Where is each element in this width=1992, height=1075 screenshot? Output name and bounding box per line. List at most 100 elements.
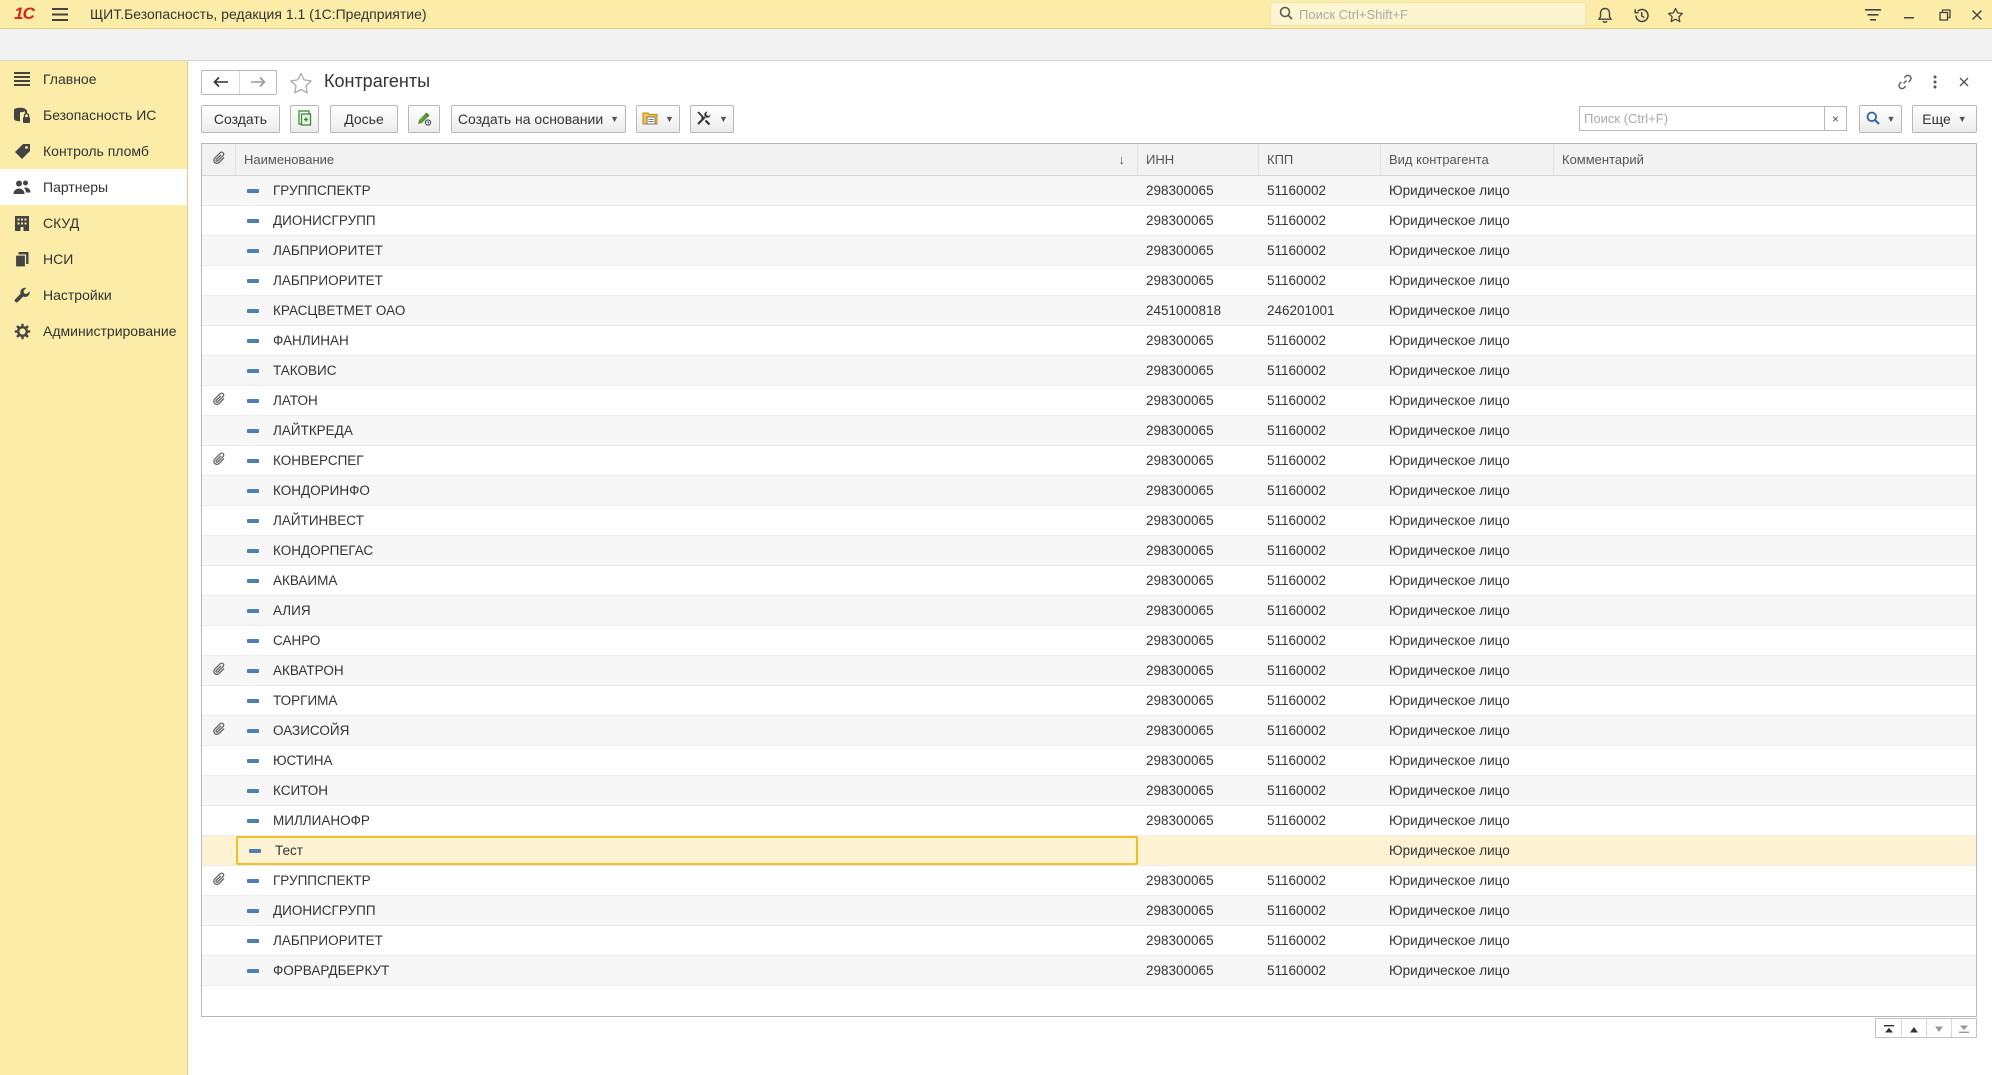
table-row[interactable]: ЛАБПРИОРИТЕТ 298300065 51160002 Юридическое… bbox=[202, 926, 1976, 956]
row-name-cell[interactable]: ТАКОВИС bbox=[236, 356, 1138, 385]
table-row[interactable]: ЛАТОН 298300065 51160002 Юридическое лицо bbox=[202, 386, 1976, 416]
scroll-down-button[interactable] bbox=[1926, 1019, 1951, 1037]
row-name-cell[interactable]: ЛАБПРИОРИТЕТ bbox=[236, 266, 1138, 295]
column-header-inn[interactable]: ИНН bbox=[1138, 144, 1259, 175]
column-header-name[interactable]: Наименование ↓ bbox=[236, 144, 1138, 175]
row-name-cell[interactable]: ОАЗИСОЙЯ bbox=[236, 716, 1138, 745]
row-name-cell[interactable]: КОНДОРПЕГАС bbox=[236, 536, 1138, 565]
table-row[interactable]: КОНДОРИНФО 298300065 51160002 Юридическое л… bbox=[202, 476, 1976, 506]
table-row[interactable]: ЛАБПРИОРИТЕТ 298300065 51160002 Юридическое… bbox=[202, 266, 1976, 296]
table-row[interactable]: ФАНЛИНАН 298300065 51160002 Юридическое лиц… bbox=[202, 326, 1976, 356]
sidebar-item-main[interactable]: Главное bbox=[0, 61, 187, 97]
table-row[interactable]: ЛАЙТИНВЕСТ 298300065 51160002 Юридическое л… bbox=[202, 506, 1976, 536]
table-row[interactable]: ГРУППСПЕКТР 298300065 51160002 Юридическое … bbox=[202, 176, 1976, 206]
row-name-cell[interactable]: КСИТОН bbox=[236, 776, 1138, 805]
search-options-button[interactable]: ▼ bbox=[1859, 105, 1902, 133]
copy-button[interactable] bbox=[290, 105, 319, 133]
history-icon[interactable] bbox=[1630, 4, 1652, 26]
table-row[interactable]: КСИТОН 298300065 51160002 Юридическое лицо bbox=[202, 776, 1976, 806]
sections-sidebar: Главное Безопасность ИС Контроль пломб П… bbox=[0, 61, 188, 1075]
table-row[interactable]: ЛАБПРИОРИТЕТ 298300065 51160002 Юридическое… bbox=[202, 236, 1976, 266]
back-button[interactable] bbox=[202, 71, 239, 94]
row-name-cell[interactable]: ДИОНИСГРУПП bbox=[236, 896, 1138, 925]
table-row[interactable]: ЮСТИНА 298300065 51160002 Юридическое лицо bbox=[202, 746, 1976, 776]
row-name-cell[interactable]: АЛИЯ bbox=[236, 596, 1138, 625]
restore-window-icon[interactable] bbox=[1934, 4, 1956, 26]
row-name-cell[interactable]: ФОРВАРДБЕРКУТ bbox=[236, 956, 1138, 985]
table-row[interactable]: Тест Юридическое лицо bbox=[202, 836, 1976, 866]
favorites-star-icon[interactable] bbox=[1664, 4, 1686, 26]
row-name-cell[interactable]: ЮСТИНА bbox=[236, 746, 1138, 775]
table-row[interactable]: ФОРВАРДБЕРКУТ 298300065 51160002 Юридическо… bbox=[202, 956, 1976, 986]
row-name-cell[interactable]: КРАСЦВЕТМЕТ ОАО bbox=[236, 296, 1138, 325]
sidebar-item-administration[interactable]: Администрирование bbox=[0, 313, 187, 349]
row-name-cell[interactable]: АКВАИМА bbox=[236, 566, 1138, 595]
app-logo[interactable]: 1С bbox=[6, 0, 42, 29]
table-row[interactable]: ЛАЙТКРЕДА 298300065 51160002 Юридическое ли… bbox=[202, 416, 1976, 446]
table-row[interactable]: ОАЗИСОЙЯ 298300065 51160002 Юридическое лиц… bbox=[202, 716, 1976, 746]
scroll-to-bottom-button[interactable] bbox=[1951, 1019, 1976, 1037]
table-row[interactable]: ГРУППСПЕКТР 298300065 51160002 Юридическое … bbox=[202, 866, 1976, 896]
table-row[interactable]: АКВАИМА 298300065 51160002 Юридическое лицо bbox=[202, 566, 1976, 596]
table-row[interactable]: КОНДОРПЕГАС 298300065 51160002 Юридическое … bbox=[202, 536, 1976, 566]
forward-button[interactable] bbox=[239, 71, 276, 94]
column-header-kpp[interactable]: КПП bbox=[1259, 144, 1381, 175]
sidebar-item-settings[interactable]: Настройки bbox=[0, 277, 187, 313]
row-name-cell[interactable]: КОНВЕРСПЕГ bbox=[236, 446, 1138, 475]
row-name-cell[interactable]: ГРУППСПЕКТР bbox=[236, 866, 1138, 895]
sidebar-item-seal-control[interactable]: Контроль пломб bbox=[0, 133, 187, 169]
row-name-cell[interactable]: ЛАЙТКРЕДА bbox=[236, 416, 1138, 445]
filter-menu-icon[interactable] bbox=[1862, 4, 1884, 26]
sidebar-item-skud[interactable]: СКУД bbox=[0, 205, 187, 241]
row-name-cell[interactable]: ДИОНИСГРУПП bbox=[236, 206, 1138, 235]
row-name-cell[interactable]: Тест bbox=[236, 836, 1138, 865]
row-name-cell[interactable]: ФАНЛИНАН bbox=[236, 326, 1138, 355]
row-name-cell[interactable]: КОНДОРИНФО bbox=[236, 476, 1138, 505]
dossier-button[interactable]: Досье bbox=[330, 105, 398, 133]
table-row[interactable]: ТОРГИМА 298300065 51160002 Юридическое лицо bbox=[202, 686, 1976, 716]
search-input[interactable] bbox=[1579, 106, 1825, 131]
row-name-cell[interactable]: МИЛЛИАНОФР bbox=[236, 806, 1138, 835]
main-menu-icon[interactable] bbox=[42, 7, 78, 21]
table-row[interactable]: АКВАТРОН 298300065 51160002 Юридическое лиц… bbox=[202, 656, 1976, 686]
table-row[interactable]: САНРО 298300065 51160002 Юридическое лицо bbox=[202, 626, 1976, 656]
row-name-cell[interactable]: ЛАБПРИОРИТЕТ bbox=[236, 236, 1138, 265]
table-row[interactable]: КОНВЕРСПЕГ 298300065 51160002 Юридическое л… bbox=[202, 446, 1976, 476]
more-vertical-icon[interactable] bbox=[1924, 71, 1946, 93]
sidebar-item-partners[interactable]: Партнеры bbox=[0, 169, 187, 205]
row-name-cell[interactable]: САНРО bbox=[236, 626, 1138, 655]
scroll-up-button[interactable] bbox=[1901, 1019, 1926, 1037]
row-name-cell[interactable]: ГРУППСПЕКТР bbox=[236, 176, 1138, 205]
table-row[interactable]: АЛИЯ 298300065 51160002 Юридическое лицо bbox=[202, 596, 1976, 626]
minimize-icon[interactable] bbox=[1898, 4, 1920, 26]
row-name-cell[interactable]: АКВАТРОН bbox=[236, 656, 1138, 685]
table-row[interactable]: ДИОНИСГРУПП 298300065 51160002 Юридическое … bbox=[202, 206, 1976, 236]
bell-icon[interactable] bbox=[1594, 4, 1616, 26]
column-header-attachment[interactable] bbox=[202, 144, 236, 175]
sidebar-item-security-is[interactable]: Безопасность ИС bbox=[0, 97, 187, 133]
column-header-comment[interactable]: Комментарий bbox=[1554, 144, 1976, 175]
table-row[interactable]: МИЛЛИАНОФР 298300065 51160002 Юридическое л… bbox=[202, 806, 1976, 836]
global-search[interactable]: Поиск Ctrl+Shift+F bbox=[1270, 2, 1586, 26]
tools-button[interactable]: ▼ bbox=[690, 105, 734, 133]
close-window-icon[interactable] bbox=[1966, 4, 1988, 26]
row-name-cell[interactable]: ЛАТОН bbox=[236, 386, 1138, 415]
row-name-cell[interactable]: ЛАБПРИОРИТЕТ bbox=[236, 926, 1138, 955]
link-icon[interactable] bbox=[1894, 71, 1916, 93]
edit-marker-button[interactable] bbox=[408, 105, 440, 133]
row-name-cell[interactable]: ТОРГИМА bbox=[236, 686, 1138, 715]
create-button[interactable]: Создать bbox=[201, 105, 280, 133]
close-form-icon[interactable] bbox=[1953, 71, 1975, 93]
more-actions-button[interactable]: Еще ▼ bbox=[1912, 105, 1977, 133]
add-to-favorites-star-icon[interactable] bbox=[288, 70, 314, 96]
sidebar-item-nsi[interactable]: НСИ bbox=[0, 241, 187, 277]
print-reports-button[interactable]: ▼ bbox=[636, 105, 680, 133]
search-clear-button[interactable]: × bbox=[1825, 106, 1847, 131]
table-row[interactable]: ДИОНИСГРУПП 298300065 51160002 Юридическое … bbox=[202, 896, 1976, 926]
table-row[interactable]: ТАКОВИС 298300065 51160002 Юридическое лицо bbox=[202, 356, 1976, 386]
column-header-kind[interactable]: Вид контрагента bbox=[1381, 144, 1554, 175]
scroll-to-top-button[interactable] bbox=[1876, 1019, 1901, 1037]
create-based-on-button[interactable]: Создать на основании ▼ bbox=[451, 105, 626, 133]
row-name-cell[interactable]: ЛАЙТИНВЕСТ bbox=[236, 506, 1138, 535]
table-row[interactable]: КРАСЦВЕТМЕТ ОАО 2451000818 246201001 Юридич… bbox=[202, 296, 1976, 326]
